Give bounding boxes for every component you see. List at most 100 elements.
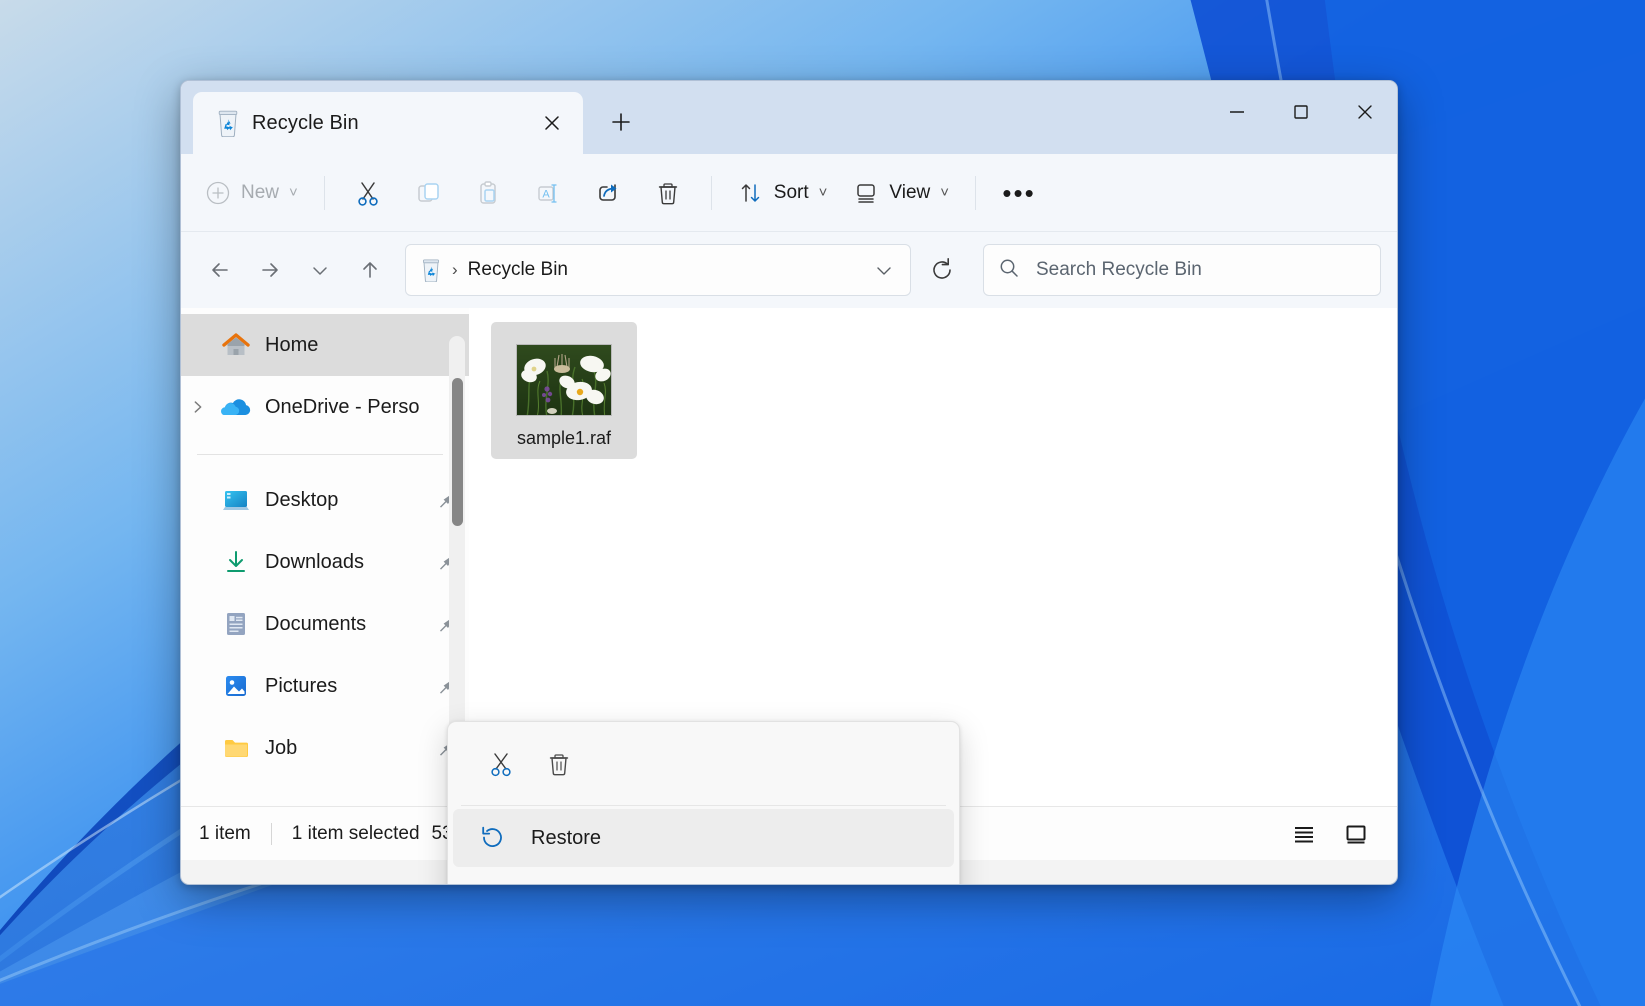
context-menu: Restore Compress to ZIP file <box>447 721 960 886</box>
navigation-pane: Home OneDrive - Perso Desktop Downloads … <box>181 308 469 806</box>
sidebar-item-documents[interactable]: Documents <box>181 593 469 655</box>
arrow-up-icon <box>363 262 377 278</box>
context-menu-item-compress-to-zip[interactable]: Compress to ZIP file <box>453 867 954 886</box>
recent-locations-button[interactable] <box>297 247 343 293</box>
address-dropdown-button[interactable] <box>864 250 904 290</box>
context-menu-item-restore[interactable]: Restore <box>453 809 954 867</box>
pictures-icon <box>219 669 253 703</box>
cut-button[interactable] <box>339 169 397 217</box>
sidebar-item-downloads[interactable]: Downloads <box>181 531 469 593</box>
forward-button[interactable] <box>247 247 293 293</box>
tab-recycle-bin[interactable]: Recycle Bin <box>193 92 583 154</box>
view-icon <box>857 183 876 203</box>
view-toggle-group <box>1281 815 1379 853</box>
chevron-down-icon <box>313 267 327 275</box>
up-button[interactable] <box>347 247 393 293</box>
sidebar-item-label: Pictures <box>265 674 338 697</box>
sidebar-item-onedrive[interactable]: OneDrive - Perso <box>181 376 469 438</box>
search-box[interactable] <box>983 244 1381 296</box>
close-tab-button[interactable] <box>535 106 569 140</box>
chevron-down-icon <box>877 267 891 275</box>
breadcrumb-recycle-bin-icon <box>420 258 442 283</box>
context-delete-button[interactable] <box>533 740 585 788</box>
details-view-icon <box>1346 825 1366 843</box>
paste-icon <box>480 180 496 204</box>
tab-title: Recycle Bin <box>252 111 359 134</box>
context-menu-item-label: Restore <box>531 826 602 849</box>
share-icon <box>598 183 617 201</box>
new-tab-button[interactable] <box>597 98 645 146</box>
rename-button[interactable]: A <box>519 169 577 217</box>
view-chevron-down-icon: ˅ <box>940 184 950 201</box>
expand-chevron-right-icon[interactable] <box>181 399 215 415</box>
plus-circle-icon <box>206 181 230 204</box>
sidebar-item-label: OneDrive - Perso <box>265 395 420 418</box>
sidebar-divider <box>197 454 443 455</box>
delete-button[interactable] <box>639 169 697 217</box>
list-view-button[interactable] <box>1281 815 1327 853</box>
recycle-bin-icon <box>215 109 241 138</box>
svg-text:A: A <box>542 188 550 200</box>
new-button[interactable]: New ˅ <box>197 169 310 217</box>
sort-icon <box>741 183 760 202</box>
tab-strip: Recycle Bin <box>181 81 645 154</box>
item-count: 1 item <box>199 822 251 844</box>
window-controls <box>1205 81 1397 143</box>
context-menu-item-label: Compress to ZIP file <box>531 885 712 886</box>
toolbar-divider <box>323 175 325 210</box>
refresh-icon <box>933 258 951 279</box>
home-icon <box>219 328 253 362</box>
scrollbar-thumb[interactable] <box>452 378 463 526</box>
sidebar-item-label: Downloads <box>265 550 364 573</box>
list-view-icon <box>1295 826 1313 842</box>
details-view-button[interactable] <box>1333 815 1379 853</box>
list-item[interactable]: sample1.raf <box>491 322 637 459</box>
share-button[interactable] <box>579 169 637 217</box>
sidebar-item-label: Desktop <box>265 488 339 511</box>
context-menu-separator <box>461 805 946 806</box>
sidebar-item-pictures[interactable]: Pictures <box>181 655 469 717</box>
breadcrumb-separator: › <box>452 260 458 279</box>
sidebar-item-home[interactable]: Home <box>181 314 469 376</box>
sidebar-item-label: Home <box>265 333 319 356</box>
restore-icon <box>475 824 509 852</box>
desktop-icon <box>219 483 253 517</box>
back-button[interactable] <box>197 247 243 293</box>
close-window-button[interactable] <box>1333 81 1397 143</box>
delete-icon <box>658 182 677 204</box>
status-divider <box>270 822 272 845</box>
sidebar-item-desktop[interactable]: Desktop <box>181 469 469 531</box>
sort-button[interactable]: Sort ˅ <box>726 169 840 217</box>
address-bar-row: › Recycle Bin <box>181 232 1397 308</box>
view-button[interactable]: View ˅ <box>841 169 961 217</box>
sidebar-item-label: Documents <box>265 612 367 635</box>
arrow-left-icon <box>212 263 228 277</box>
copy-button[interactable] <box>399 169 457 217</box>
file-list-pane[interactable]: sample1.raf Restore <box>447 308 1397 884</box>
search-input[interactable] <box>1036 259 1366 281</box>
toolbar-divider-3 <box>975 175 977 210</box>
minimize-button[interactable] <box>1205 81 1269 143</box>
context-cut-button[interactable] <box>475 740 527 788</box>
maximize-button[interactable] <box>1269 81 1333 143</box>
file-explorer-window: Recycle Bin New ˅ A Sort ˅ View ˅ ••• › … <box>180 80 1398 885</box>
folder-icon <box>219 731 253 765</box>
explorer-body: Home OneDrive - Perso Desktop Downloads … <box>181 308 1397 884</box>
onedrive-icon <box>219 390 253 424</box>
sidebar-item-job[interactable]: Job <box>181 717 469 779</box>
sidebar-item-label: Job <box>265 736 298 759</box>
arrow-right-icon <box>262 263 278 277</box>
more-options-button[interactable]: ••• <box>990 169 1048 217</box>
view-label: View <box>889 181 931 203</box>
sort-label: Sort <box>773 181 809 203</box>
title-bar: Recycle Bin <box>181 81 1397 154</box>
rename-icon: A <box>538 183 557 203</box>
refresh-button[interactable] <box>919 247 965 293</box>
ellipsis-icon: ••• <box>1002 177 1036 208</box>
new-button-label: New <box>241 181 280 203</box>
address-bar[interactable]: › Recycle Bin <box>405 244 911 296</box>
copy-icon <box>418 182 439 202</box>
new-chevron-down-icon: ˅ <box>289 184 298 201</box>
breadcrumb-recycle-bin[interactable]: Recycle Bin <box>468 259 568 281</box>
paste-button[interactable] <box>459 169 517 217</box>
